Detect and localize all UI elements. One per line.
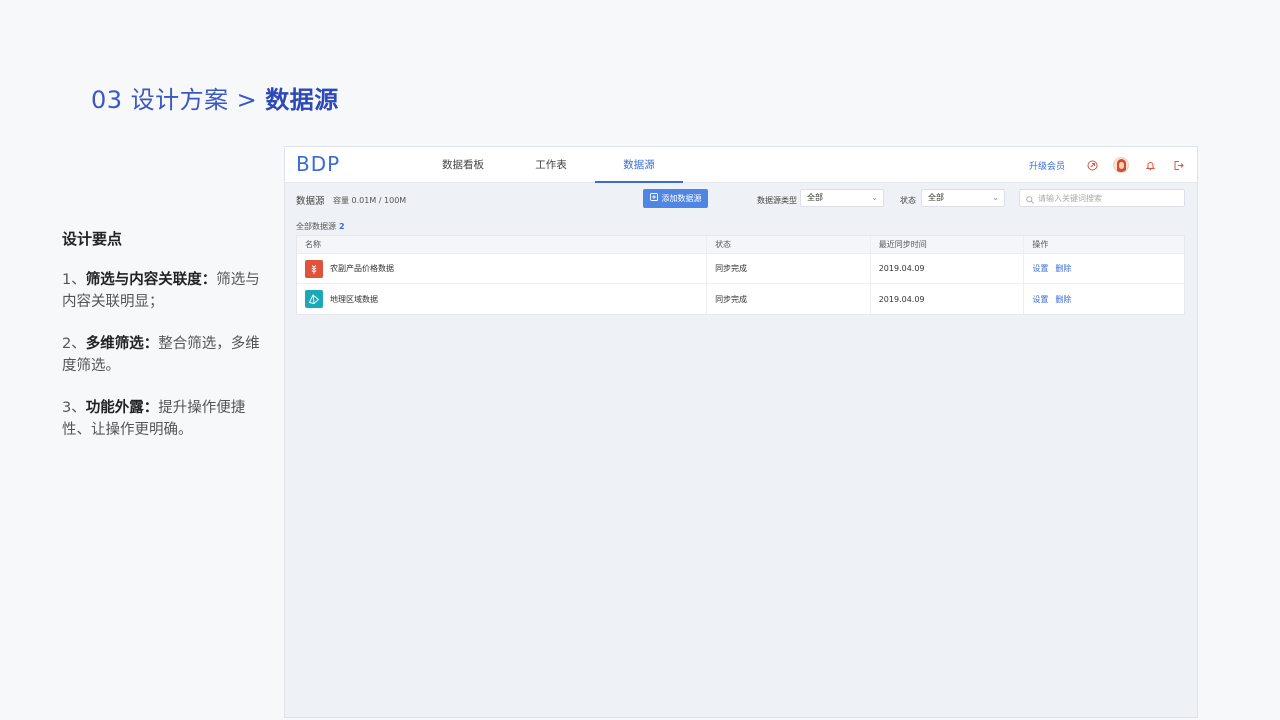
note-number: 1、 bbox=[62, 272, 86, 288]
status-select[interactable]: 全部 ⌄ bbox=[921, 189, 1005, 207]
type-select[interactable]: 全部 ⌄ bbox=[800, 189, 884, 207]
row-sync-time: 2019.04.09 bbox=[871, 254, 1025, 283]
nav-tab-datasource[interactable]: 数据源 bbox=[595, 147, 683, 183]
top-bar: BDP 数据看板 工作表 数据源 升级会员 bbox=[285, 147, 1197, 183]
note-bold: 功能外露： bbox=[85, 400, 159, 416]
delete-link[interactable]: 删除 bbox=[1055, 294, 1071, 305]
title-separator: > bbox=[236, 86, 258, 114]
bell-icon[interactable] bbox=[1143, 158, 1157, 172]
settings-link[interactable]: 设置 bbox=[1032, 263, 1048, 274]
note-item: 2、多维筛选：整合筛选，多维度筛选。 bbox=[62, 333, 262, 377]
row-status: 同步完成 bbox=[707, 254, 871, 283]
note-number: 3、 bbox=[62, 400, 86, 416]
row-actions: 设置 删除 bbox=[1024, 284, 1184, 314]
wheat-icon bbox=[305, 259, 323, 278]
row-name[interactable]: 地理区域数据 bbox=[330, 294, 378, 305]
toolbar: 数据源 容量 0.01M / 100M 添加数据源 数据源类型 全部 ⌄ 状态 … bbox=[285, 183, 1197, 215]
note-number: 2、 bbox=[62, 336, 86, 352]
nav-tab-worksheet[interactable]: 工作表 bbox=[507, 147, 595, 183]
chevron-down-icon: ⌄ bbox=[871, 193, 878, 202]
design-notes: 设计要点 1、筛选与内容关联度：筛选与内容关联明显； 2、多维筛选：整合筛选，多… bbox=[62, 228, 262, 461]
nav-tab-dashboard[interactable]: 数据看板 bbox=[419, 147, 507, 183]
add-datasource-button[interactable]: 添加数据源 bbox=[643, 189, 708, 208]
share-icon[interactable] bbox=[1085, 158, 1099, 172]
type-select-value: 全部 bbox=[807, 193, 823, 202]
main-nav: 数据看板 工作表 数据源 bbox=[419, 147, 683, 183]
search-icon bbox=[1026, 189, 1034, 208]
row-name-cell: 地理区域数据 bbox=[297, 284, 708, 314]
summary-count: 2 bbox=[339, 222, 345, 231]
avatar[interactable] bbox=[1113, 157, 1129, 173]
table-row[interactable]: 地理区域数据 同步完成 2019.04.09 设置 删除 bbox=[297, 284, 1184, 314]
note-bold: 多维筛选： bbox=[85, 336, 159, 352]
add-icon bbox=[649, 193, 659, 204]
top-right-actions: 升级会员 bbox=[1029, 147, 1185, 183]
row-status: 同步完成 bbox=[707, 284, 871, 314]
title-current: 数据源 bbox=[265, 86, 339, 114]
header-name: 名称 bbox=[297, 236, 708, 253]
capacity-text: 容量 0.01M / 100M bbox=[333, 196, 407, 205]
logout-icon[interactable] bbox=[1171, 158, 1185, 172]
note-bold: 筛选与内容关联度： bbox=[85, 272, 217, 288]
status-filter-label: 状态 bbox=[900, 196, 916, 205]
settings-link[interactable]: 设置 bbox=[1032, 294, 1048, 305]
upgrade-link[interactable]: 升级会员 bbox=[1029, 159, 1065, 172]
row-name-cell: 农副产品价格数据 bbox=[297, 254, 708, 283]
note-item: 3、功能外露：提升操作便捷性、让操作更明确。 bbox=[62, 397, 262, 441]
add-button-label: 添加数据源 bbox=[661, 194, 702, 203]
toolbar-label: 数据源 bbox=[296, 196, 325, 207]
app-window: BDP 数据看板 工作表 数据源 升级会员 数据源 容量 0.01M / 100… bbox=[284, 146, 1198, 718]
status-select-value: 全部 bbox=[928, 193, 944, 202]
row-sync-time: 2019.04.09 bbox=[871, 284, 1025, 314]
search-box[interactable] bbox=[1019, 189, 1185, 207]
row-actions: 设置 删除 bbox=[1024, 254, 1184, 283]
header-sync-time: 最近同步时间 bbox=[871, 236, 1025, 253]
note-item: 1、筛选与内容关联度：筛选与内容关联明显； bbox=[62, 269, 262, 313]
title-prefix: 03 设计方案 bbox=[91, 86, 229, 114]
datasource-table: 名称 状态 最近同步时间 操作 农副产品价格数据 同步完成 2019.04.09… bbox=[296, 235, 1185, 315]
header-status: 状态 bbox=[707, 236, 871, 253]
table-row[interactable]: 农副产品价格数据 同步完成 2019.04.09 设置 删除 bbox=[297, 254, 1184, 284]
slide-title: 03 设计方案 > 数据源 bbox=[91, 80, 339, 115]
map-icon bbox=[305, 290, 323, 308]
logo[interactable]: BDP bbox=[296, 152, 340, 176]
datasource-summary: 全部数据源 2 bbox=[296, 221, 345, 232]
search-input[interactable] bbox=[1038, 193, 1178, 203]
header-actions: 操作 bbox=[1032, 240, 1049, 249]
type-filter-label: 数据源类型 bbox=[757, 196, 797, 205]
table-header: 名称 状态 最近同步时间 操作 bbox=[297, 236, 1184, 254]
summary-label: 全部数据源 bbox=[296, 222, 336, 231]
notes-heading: 设计要点 bbox=[62, 230, 123, 248]
row-name[interactable]: 农副产品价格数据 bbox=[330, 263, 394, 274]
chevron-down-icon: ⌄ bbox=[992, 193, 999, 202]
delete-link[interactable]: 删除 bbox=[1055, 263, 1071, 274]
